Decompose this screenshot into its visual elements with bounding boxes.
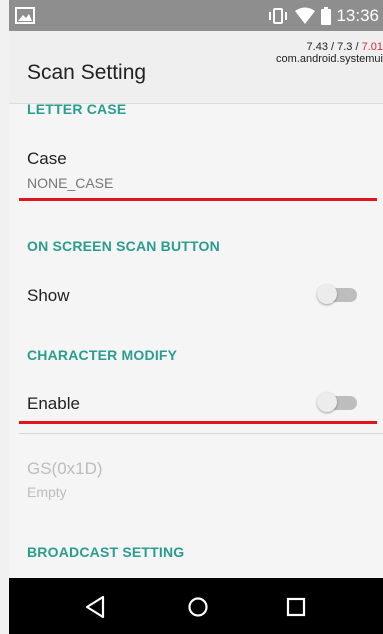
navigation-bar: [9, 578, 383, 634]
category-on-screen-scan-button: ON SCREEN SCAN BUTTON: [27, 238, 220, 254]
highlight-underline: [19, 198, 377, 201]
pref-case[interactable]: Case NONE_CASE: [9, 134, 383, 198]
enable-switch[interactable]: [317, 392, 357, 412]
image-icon: [15, 7, 35, 24]
pref-case-title: Case: [27, 149, 67, 168]
category-letter-case: LETTER CASE: [27, 101, 127, 117]
switch-thumb: [317, 392, 337, 412]
pref-show[interactable]: Show: [9, 270, 383, 318]
pref-show-title: Show: [27, 286, 70, 305]
back-icon: [81, 592, 111, 622]
recents-button[interactable]: [281, 592, 311, 622]
status-time: 13:36: [336, 6, 379, 25]
overlay-process: com.android.systemui: [276, 53, 383, 65]
status-icons: 13:36: [267, 5, 379, 27]
screen: 13:36 7.43 / 7.3 / 7.01 com.android.syst…: [9, 0, 383, 634]
overlay-load-highlight: 7.01: [361, 41, 383, 53]
debug-overlay: 7.43 / 7.3 / 7.01 com.android.systemui: [276, 41, 383, 65]
pref-gs-summary: Empty: [27, 484, 67, 500]
highlight-underline: [19, 421, 377, 424]
status-bar: 13:36: [9, 0, 383, 31]
pref-case-summary: NONE_CASE: [27, 175, 114, 191]
action-bar: 7.43 / 7.3 / 7.01 com.android.systemui S…: [9, 31, 383, 103]
home-button[interactable]: [183, 592, 213, 622]
battery-icon: [321, 7, 332, 25]
settings-list[interactable]: LETTER CASE Case NONE_CASE ON SCREEN SCA…: [9, 101, 383, 578]
show-switch[interactable]: [317, 284, 357, 304]
pref-gs-title: GS(0x1D): [27, 459, 103, 478]
category-broadcast-setting: BROADCAST SETTING: [27, 544, 185, 560]
pref-enable[interactable]: Enable: [9, 378, 383, 420]
home-icon: [183, 592, 213, 622]
switch-thumb: [317, 284, 337, 304]
pref-enable-title: Enable: [27, 394, 80, 413]
vibrate-icon: [267, 7, 289, 25]
overlay-load: 7.43 / 7.3 /: [306, 41, 362, 53]
category-character-modify: CHARACTER MODIFY: [27, 347, 178, 363]
recents-icon: [281, 592, 311, 622]
pref-gs: GS(0x1D) Empty: [9, 434, 383, 504]
back-button[interactable]: [81, 592, 111, 622]
page-title: Scan Setting: [27, 61, 147, 84]
wifi-icon: [294, 7, 316, 25]
